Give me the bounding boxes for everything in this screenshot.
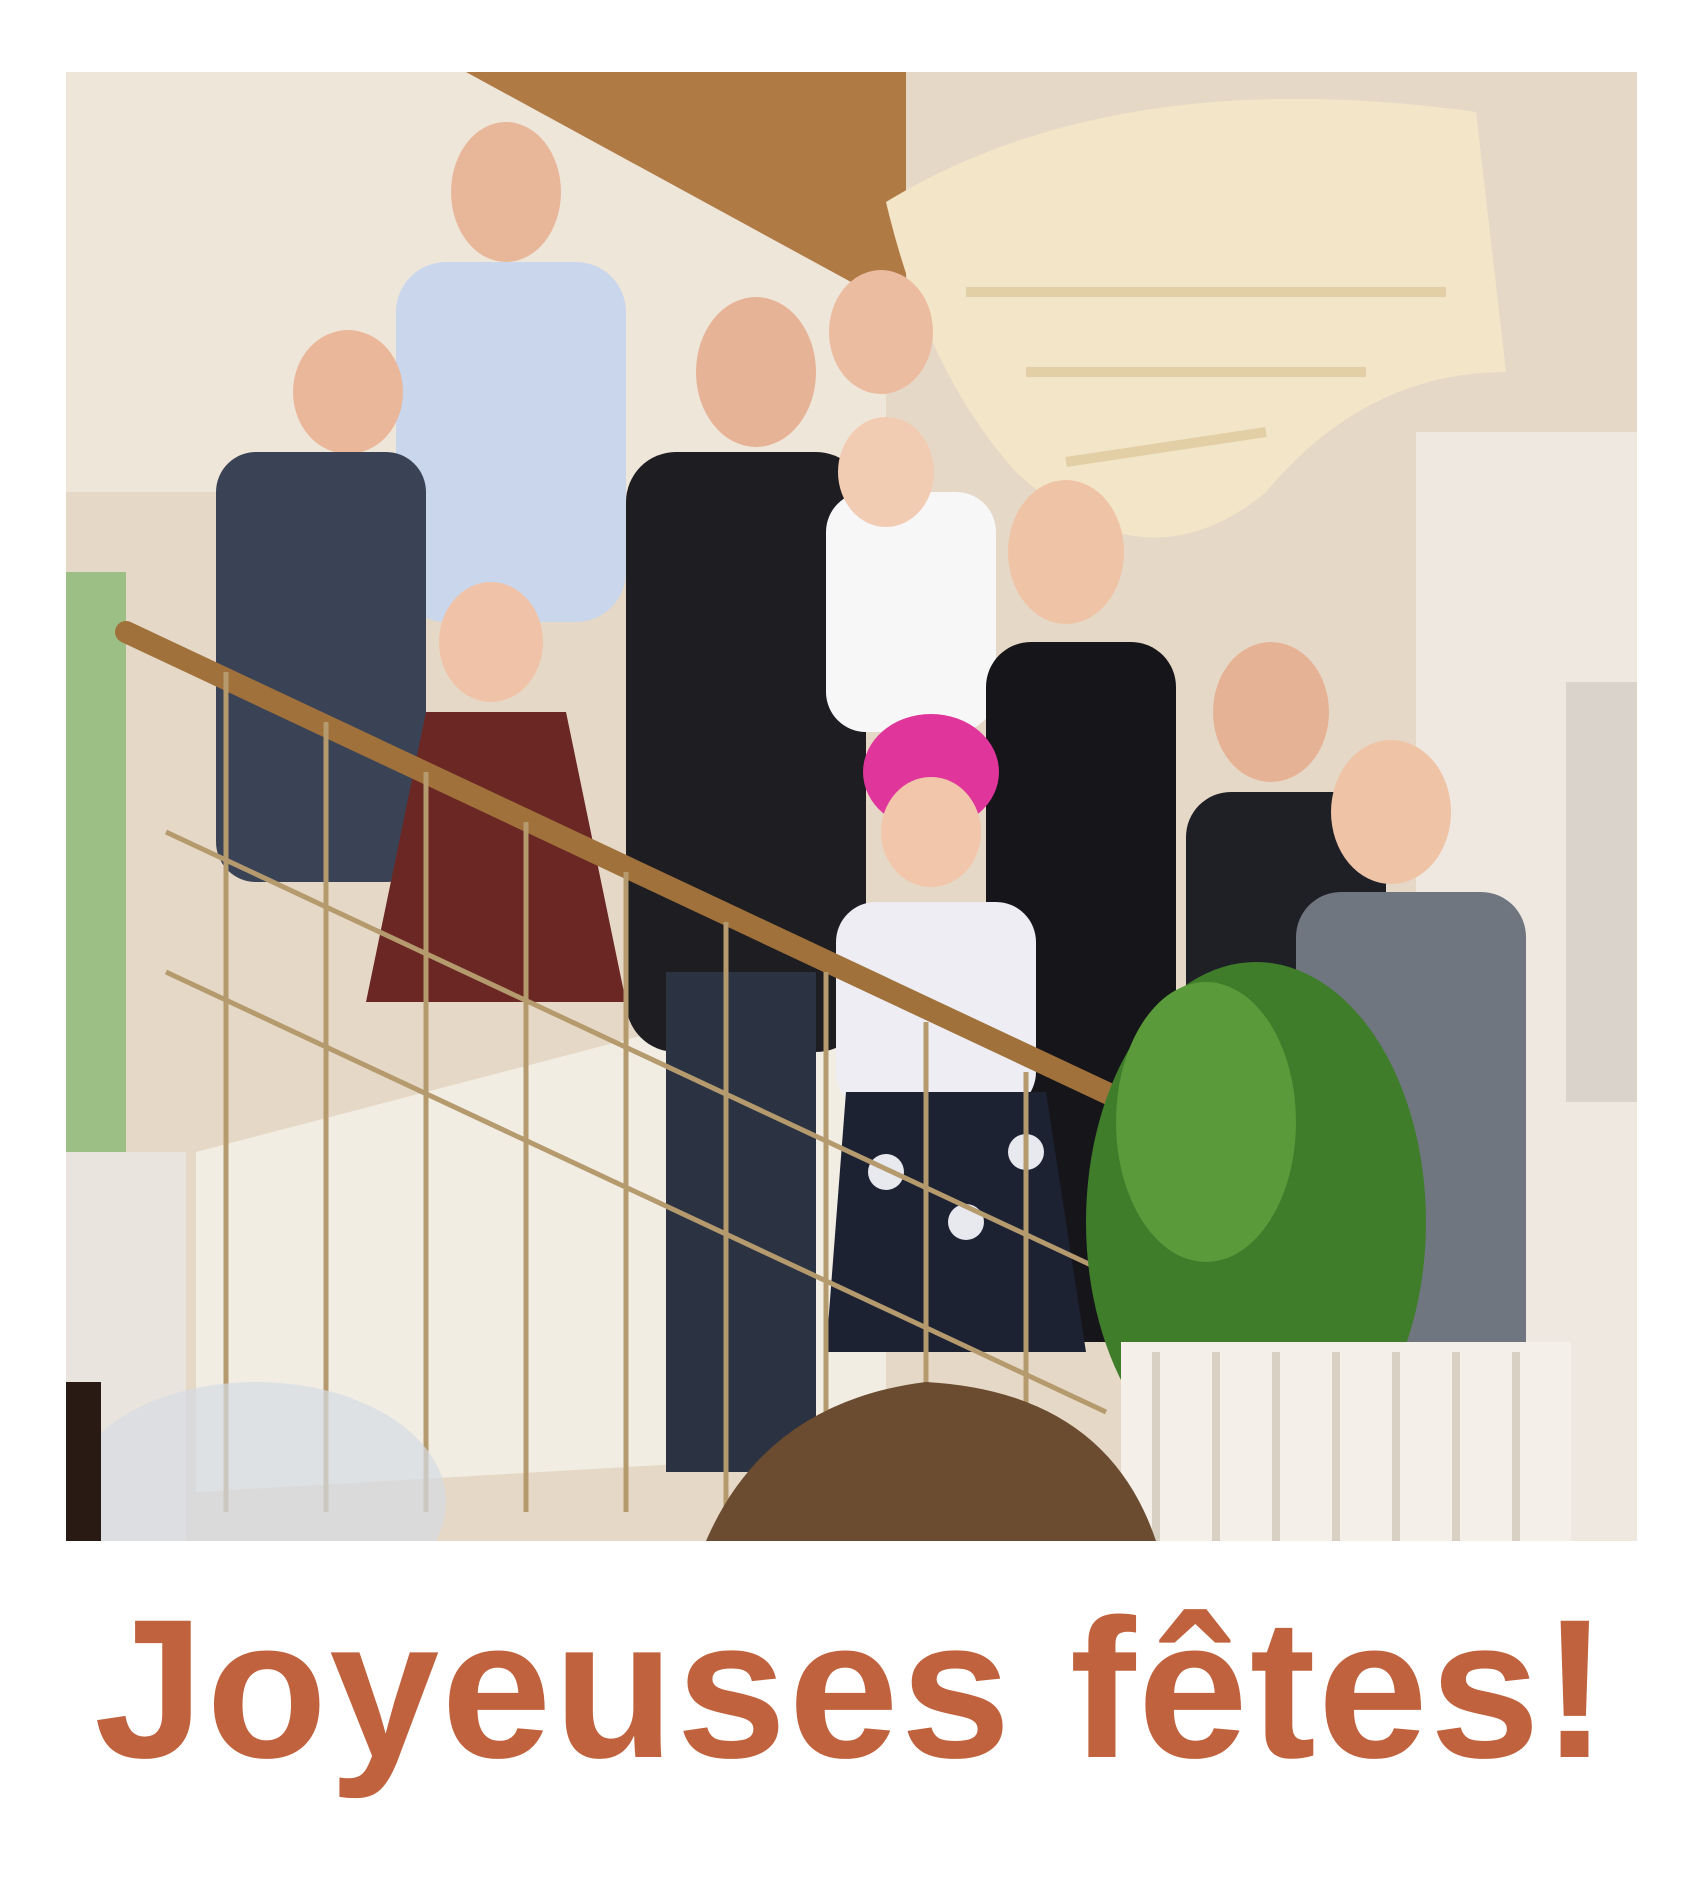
greeting-title: Joyeuses fêtes! — [94, 1578, 1610, 1799]
family-photo-illustration — [66, 72, 1637, 1541]
greeting-card: Joyeuses fêtes! — [0, 0, 1704, 1889]
family-photo — [66, 72, 1637, 1541]
